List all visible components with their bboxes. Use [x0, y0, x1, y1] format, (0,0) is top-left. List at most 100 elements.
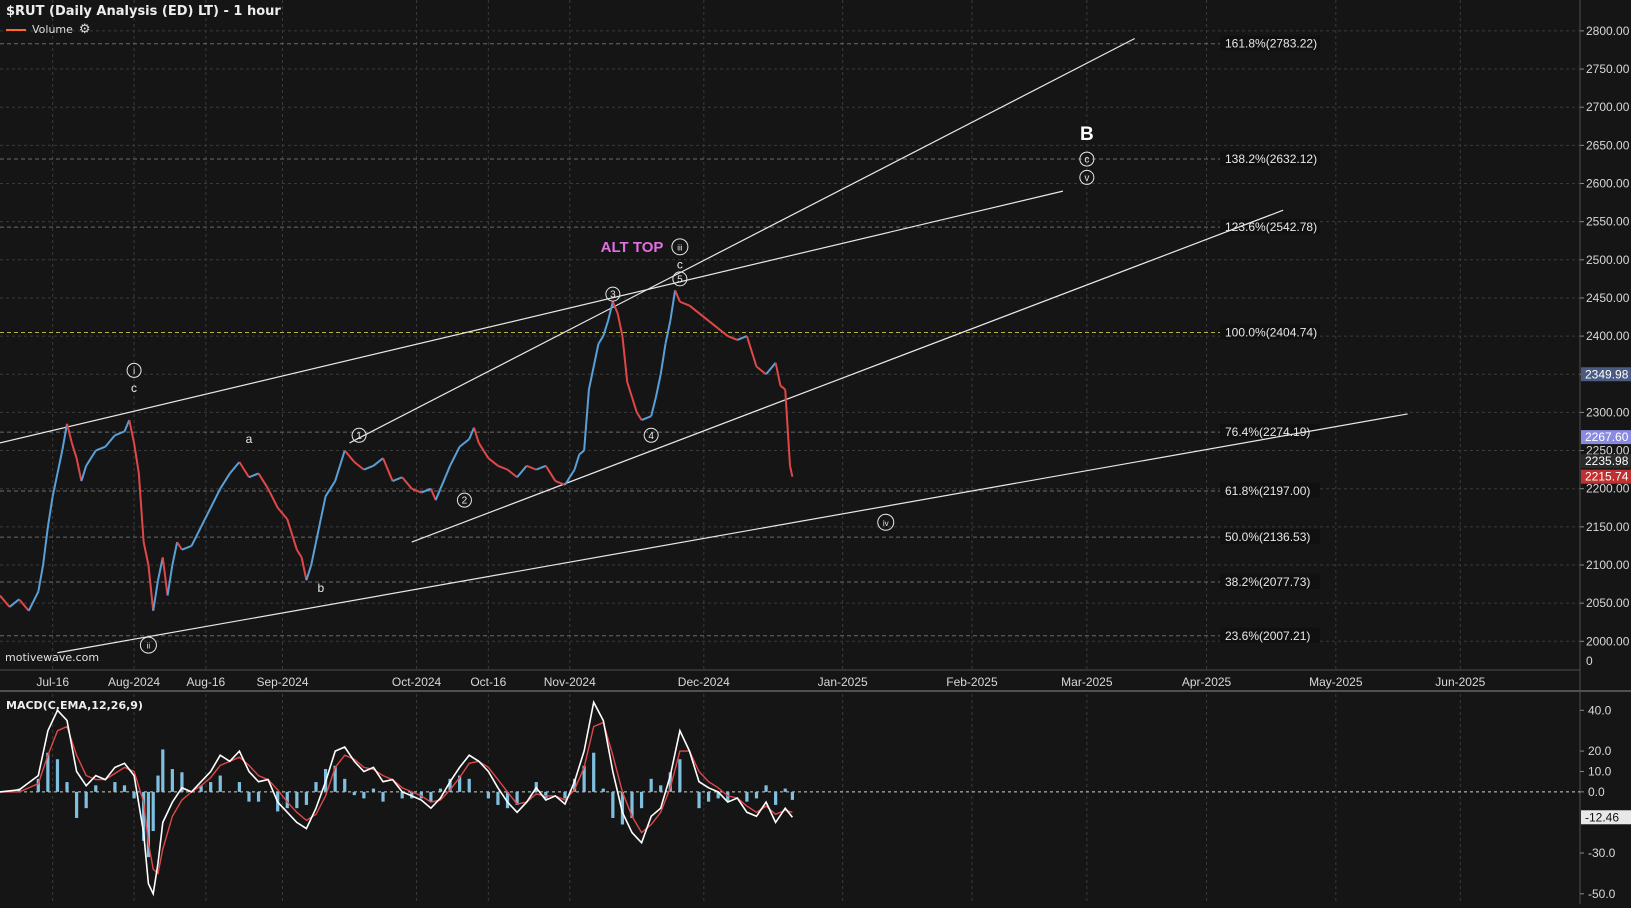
macd-histogram-bar	[764, 785, 768, 792]
macd-tick-label: -50.0	[1588, 887, 1616, 901]
y-tick-label: 2700.00	[1586, 100, 1630, 114]
x-tick-label: Oct-16	[470, 675, 506, 689]
x-tick-label: Aug-2024	[108, 675, 160, 689]
y-tick-label: 2550.00	[1586, 215, 1630, 229]
macd-histogram-bar	[707, 791, 711, 802]
macd-histogram-bar	[601, 788, 605, 792]
macd-histogram-bar	[75, 791, 79, 818]
macd-histogram-bar	[218, 775, 222, 792]
fib-level-label: 61.8%(2197.00)	[1225, 484, 1310, 498]
x-tick-label: May-2025	[1309, 675, 1363, 689]
price-chart[interactable]: 2000.002050.002100.002150.002200.002250.…	[0, 0, 1631, 904]
y-tick-label: 2400.00	[1586, 329, 1630, 343]
price-tag-label: 2235.98	[1585, 454, 1629, 468]
x-tick-label: Apr-2025	[1182, 675, 1232, 689]
macd-histogram-bar	[745, 791, 749, 802]
macd-histogram-bar	[754, 791, 759, 799]
macd-tick-label: 10.0	[1588, 764, 1612, 778]
gear-icon[interactable]: ⚙	[79, 22, 91, 37]
macd-tick-label: 20.0	[1588, 744, 1612, 758]
y-tick-label: 2750.00	[1586, 62, 1630, 76]
y-tick-label: 2500.00	[1586, 253, 1630, 267]
fib-level-label: 100.0%(2404.74)	[1225, 325, 1317, 339]
macd-histogram-bar	[438, 788, 443, 792]
price-tag-label: 2215.74	[1585, 470, 1629, 484]
macd-histogram-bar	[65, 782, 69, 792]
price-tag-label: 2349.98	[1585, 367, 1629, 381]
y-tick-label: 2200.00	[1586, 482, 1630, 496]
macd-histogram-bar	[790, 791, 794, 800]
fib-level-label: 50.0%(2136.53)	[1225, 530, 1310, 544]
wave-label: c	[677, 257, 683, 271]
x-tick-label: Jun-2025	[1435, 675, 1485, 689]
fib-level-label: 76.4%(2274.19)	[1225, 425, 1310, 439]
fib-level-label: 161.8%(2783.22)	[1225, 37, 1317, 51]
wave-label-major: B	[1080, 124, 1094, 145]
y-tick-label: 2450.00	[1586, 291, 1630, 305]
wave-label: 5	[677, 274, 683, 285]
fib-level-label: 38.2%(2077.73)	[1225, 575, 1310, 589]
wave-label: iii	[677, 243, 683, 252]
macd-histogram-bar	[362, 791, 366, 799]
macd-histogram-bar	[84, 791, 88, 809]
x-tick-label: Mar-2025	[1061, 675, 1113, 689]
y-tick-label: 2000.00	[1586, 634, 1630, 648]
x-tick-label: Oct-2024	[392, 675, 442, 689]
watermark: motivewave.com	[5, 651, 100, 664]
macd-histogram-bar	[161, 749, 165, 792]
macd-histogram-bar	[697, 791, 701, 809]
wave-label: a	[246, 432, 253, 446]
volume-axis-label: 0	[1586, 654, 1593, 668]
macd-histogram-bar	[247, 791, 251, 802]
macd-histogram-bar	[486, 791, 490, 799]
macd-histogram-bar	[94, 785, 98, 792]
x-tick-label: Jan-2025	[818, 675, 868, 689]
macd-histogram-bar	[151, 791, 155, 832]
macd-histogram-bar	[132, 791, 136, 799]
y-tick-label: 2600.00	[1586, 176, 1630, 190]
y-tick-label: 2650.00	[1586, 138, 1630, 152]
macd-histogram-bar	[783, 788, 787, 792]
wave-label: iv	[883, 519, 889, 528]
macd-histogram-bar	[113, 782, 117, 792]
macd-histogram-bar	[381, 791, 385, 802]
wave-label: 1	[356, 431, 362, 442]
macd-histogram-bar	[352, 791, 356, 796]
macd-histogram-bar	[304, 791, 309, 805]
macd-label: MACD(C,EMA,12,26,9)	[6, 699, 143, 712]
wave-label: c	[1084, 155, 1089, 166]
wave-label: c	[131, 381, 137, 395]
y-tick-label: 2300.00	[1586, 405, 1630, 419]
wave-label: b	[317, 581, 324, 595]
x-tick-label: Nov-2024	[544, 675, 596, 689]
volume-swatch	[6, 28, 26, 31]
chart-stage: 2000.00 2050.00 2100.00 2150.00 2200.00 2250.…	[0, 0, 1631, 904]
macd-histogram-bar	[314, 782, 318, 792]
x-tick-label: Dec-2024	[678, 675, 730, 689]
fib-level-label: 138.2%(2632.12)	[1225, 152, 1317, 166]
macd-histogram-bar	[209, 782, 213, 792]
wave-label: 3	[610, 290, 616, 301]
macd-histogram-bar	[371, 788, 376, 792]
macd-histogram-bar	[237, 782, 241, 792]
macd-tick-label: 40.0	[1588, 703, 1612, 717]
macd-histogram-bar	[122, 785, 127, 792]
macd-histogram-bar	[592, 752, 596, 792]
chart-background	[0, 0, 1631, 904]
chart-title: $RUT (Daily Analysis (ED) LT) - 1 hour	[6, 4, 281, 19]
macd-histogram-bar	[496, 791, 500, 805]
macd-histogram-bar	[429, 791, 433, 802]
macd-histogram-bar	[659, 785, 663, 792]
x-tick-label: Aug-16	[187, 675, 226, 689]
macd-histogram-bar	[295, 791, 299, 809]
y-tick-label: 2150.00	[1586, 520, 1630, 534]
wave-label: i	[133, 366, 135, 377]
wave-label: 4	[648, 431, 654, 442]
wave-label: ii	[147, 642, 151, 651]
macd-tick-label: -30.0	[1588, 846, 1616, 860]
y-tick-label: 2050.00	[1586, 596, 1630, 610]
macd-histogram-bar	[343, 778, 347, 792]
macd-histogram-bar	[467, 778, 471, 792]
macd-histogram-bar	[156, 775, 160, 792]
y-tick-label: 2800.00	[1586, 24, 1630, 38]
